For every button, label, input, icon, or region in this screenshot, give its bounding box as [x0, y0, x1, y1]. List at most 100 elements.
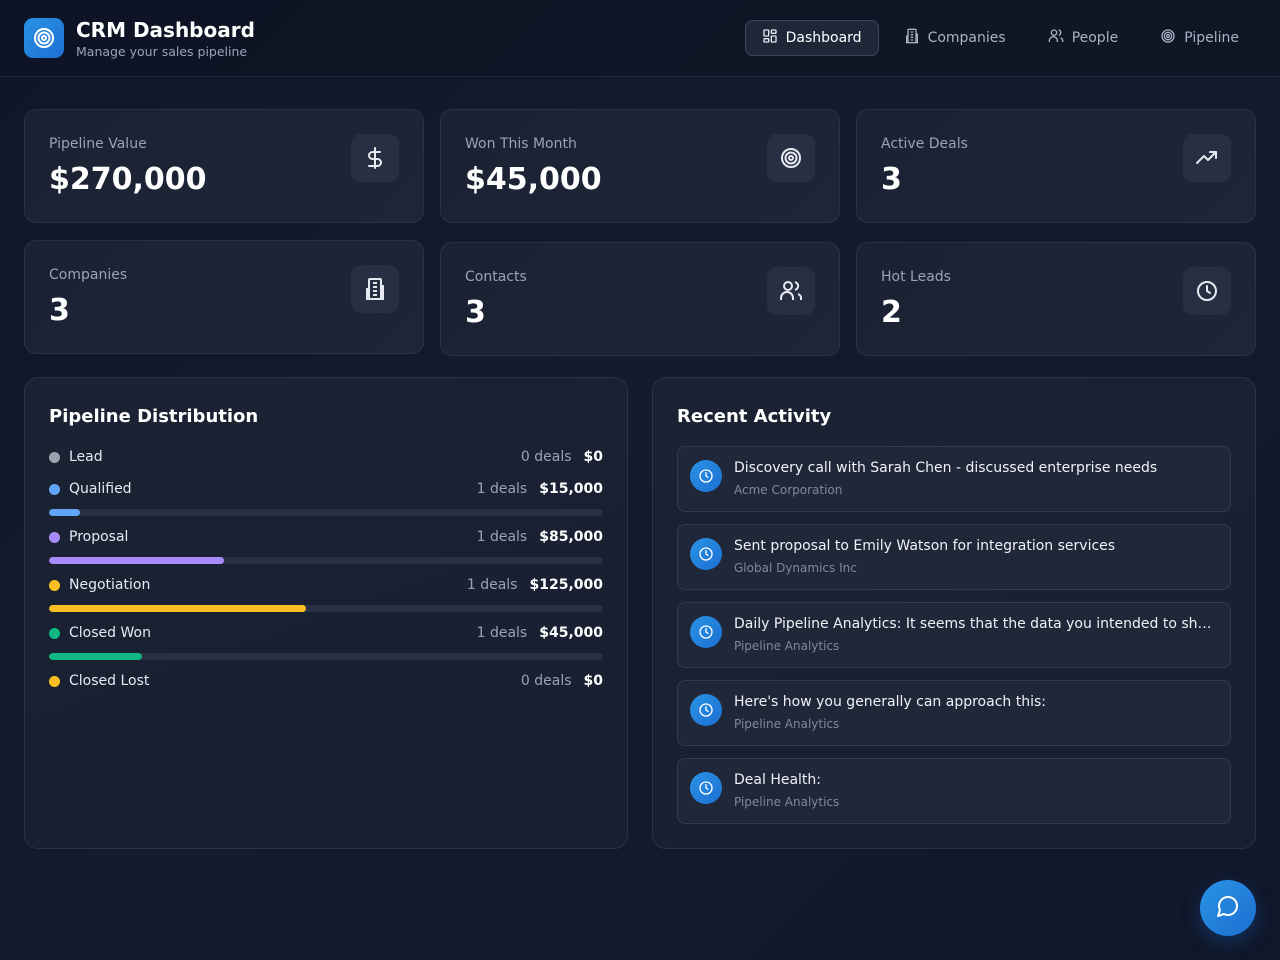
stat-value: $45,000 [465, 162, 602, 197]
stage-name: Qualified [69, 481, 132, 497]
pipeline-stage-lead[interactable]: Lead 0 deals $0 [49, 447, 603, 467]
stat-card-companies: Companies 3 [24, 240, 424, 354]
app-header: CRM Dashboard Manage your sales pipeline… [0, 0, 1280, 77]
stage-value: $0 [583, 449, 603, 465]
stat-value: 3 [465, 295, 486, 330]
stage-count: 0 deals [520, 449, 572, 465]
tab-dashboard[interactable]: Dashboard [744, 20, 879, 56]
stage-count: 1 deals [466, 577, 518, 593]
stat-label: Active Deals [881, 136, 968, 152]
chat-button[interactable] [1200, 880, 1256, 936]
target-icon [1160, 28, 1176, 48]
stage-progress-fill [49, 605, 306, 612]
clock-icon [690, 772, 722, 804]
stat-value: 3 [49, 293, 70, 328]
pipeline-stage-negotiation[interactable]: Negotiation 1 deals $125,000 [49, 575, 603, 612]
stage-progress-fill [49, 509, 81, 516]
stage-value: $0 [583, 673, 603, 689]
pipeline-distribution-panel: Pipeline Distribution Lead 0 deals $0 Qu… [24, 377, 628, 849]
tab-label: People [1071, 30, 1119, 46]
stage-dot [49, 451, 60, 463]
tab-pipeline[interactable]: Pipeline [1143, 20, 1256, 56]
target-icon[interactable] [24, 18, 64, 58]
clock-icon [1183, 267, 1231, 315]
main-nav: Dashboard Companies People Pipeline [744, 20, 1256, 56]
stage-dot [49, 579, 60, 591]
stage-name: Lead [69, 449, 103, 465]
dollar-icon [351, 134, 399, 182]
building-icon [351, 265, 399, 313]
stat-card-hot-leads: Hot Leads 2 [856, 242, 1256, 356]
users-icon [767, 267, 815, 315]
stage-dot [49, 627, 60, 639]
dashboard-grid-icon [762, 28, 778, 48]
stage-name: Closed Won [69, 625, 151, 641]
stage-progress-track [49, 557, 603, 564]
stat-label: Companies [49, 267, 128, 283]
chat-bubble-icon [1216, 894, 1240, 922]
stage-dot [49, 675, 60, 687]
stage-name: Proposal [69, 529, 129, 545]
clock-icon [690, 538, 722, 570]
stage-value: $45,000 [539, 625, 603, 641]
users-icon [1048, 28, 1064, 48]
stage-dot [49, 483, 60, 495]
stat-label: Pipeline Value [49, 136, 147, 152]
stage-progress-fill [49, 653, 142, 660]
activity-title: Daily Pipeline Analytics: It seems that … [734, 616, 1214, 632]
trending-up-icon [1183, 134, 1231, 182]
clock-icon [690, 616, 722, 648]
stat-label: Hot Leads [881, 269, 951, 285]
stat-card-won-this-month: Won This Month $45,000 [440, 109, 840, 223]
recent-activity-panel: Recent Activity Discovery call with Sara… [652, 377, 1256, 849]
stage-progress-track [49, 605, 603, 612]
activity-item[interactable]: Discovery call with Sarah Chen - discuss… [677, 446, 1231, 512]
activity-item[interactable]: Deal Health: Pipeline Analytics [677, 758, 1231, 824]
activity-item[interactable]: Sent proposal to Emily Watson for integr… [677, 524, 1231, 590]
stage-progress-fill [49, 557, 224, 564]
clock-icon [690, 460, 722, 492]
stat-value: 2 [881, 295, 902, 330]
stage-name: Closed Lost [69, 673, 150, 689]
activity-subtitle: Pipeline Analytics [734, 639, 840, 653]
stage-name: Negotiation [69, 577, 151, 593]
tab-people[interactable]: People [1031, 20, 1136, 56]
panel-title: Recent Activity [677, 406, 832, 427]
stat-value: $270,000 [49, 162, 207, 197]
pipeline-stage-qualified[interactable]: Qualified 1 deals $15,000 [49, 479, 603, 516]
stat-card-active-deals: Active Deals 3 [856, 109, 1256, 223]
pipeline-stage-closed-won[interactable]: Closed Won 1 deals $45,000 [49, 623, 603, 660]
pipeline-stage-closed-lost[interactable]: Closed Lost 0 deals $0 [49, 671, 603, 691]
building-icon [904, 28, 920, 48]
activity-title: Here's how you generally can approach th… [734, 694, 1046, 710]
stat-label: Won This Month [465, 136, 577, 152]
stat-card-pipeline-value: Pipeline Value $270,000 [24, 109, 424, 223]
tab-label: Companies [927, 30, 1006, 46]
stage-value: $125,000 [529, 577, 603, 593]
stat-card-contacts: Contacts 3 [440, 242, 840, 356]
stage-progress-track [49, 653, 603, 660]
clock-icon [690, 694, 722, 726]
stat-value: 3 [881, 162, 902, 197]
stage-count: 1 deals [476, 529, 528, 545]
panel-title: Pipeline Distribution [49, 406, 259, 427]
stage-dot [49, 531, 60, 543]
stage-value: $85,000 [539, 529, 603, 545]
target-icon [767, 134, 815, 182]
stat-label: Contacts [465, 269, 527, 285]
stage-count: 1 deals [476, 625, 528, 641]
stage-value: $15,000 [539, 481, 603, 497]
activity-subtitle: Global Dynamics Inc [734, 561, 857, 575]
activity-title: Deal Health: [734, 772, 822, 788]
activity-subtitle: Pipeline Analytics [734, 717, 840, 731]
stage-progress-track [49, 509, 603, 516]
activity-subtitle: Acme Corporation [734, 483, 843, 497]
pipeline-stage-proposal[interactable]: Proposal 1 deals $85,000 [49, 527, 603, 564]
activity-item[interactable]: Here's how you generally can approach th… [677, 680, 1231, 746]
tab-label: Dashboard [785, 30, 862, 46]
activity-title: Sent proposal to Emily Watson for integr… [734, 538, 1116, 554]
stage-count: 0 deals [520, 673, 572, 689]
activity-item[interactable]: Daily Pipeline Analytics: It seems that … [677, 602, 1231, 668]
tab-label: Pipeline [1184, 30, 1239, 46]
tab-companies[interactable]: Companies [887, 20, 1023, 56]
